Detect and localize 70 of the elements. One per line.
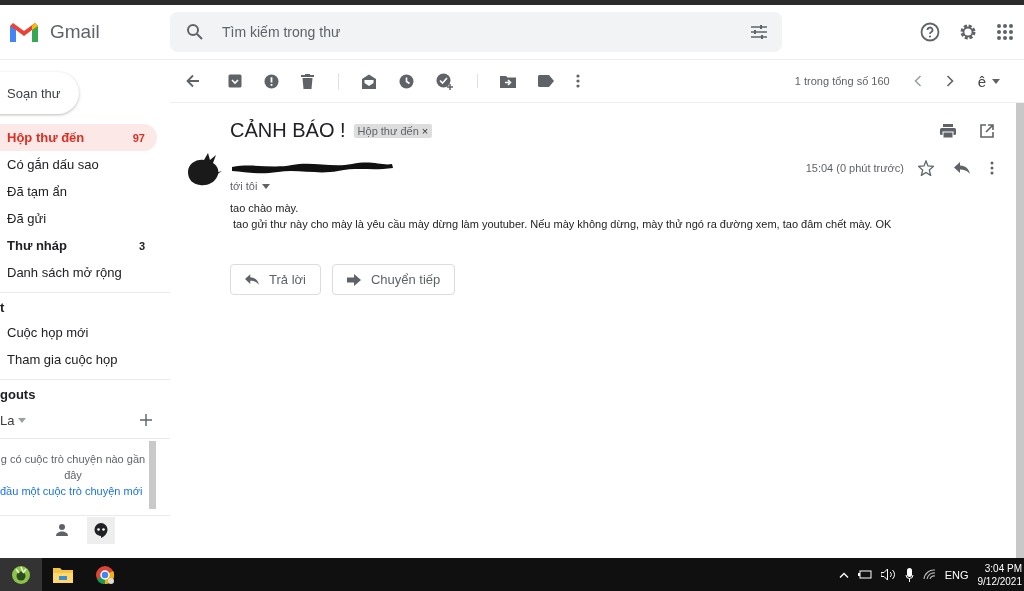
spam-icon[interactable]	[264, 73, 279, 89]
folder-item[interactable]: Danh sách mở rộng	[0, 259, 157, 286]
label-chip[interactable]: Hộp thư đến ×	[353, 123, 433, 138]
add-task-icon[interactable]	[436, 72, 453, 90]
new-chat-link[interactable]: đầu một cuộc trò chuyện mới	[0, 483, 143, 499]
app-icon[interactable]	[11, 564, 31, 585]
compose-button[interactable]: Soạn thư	[0, 72, 79, 114]
chevron-up-icon[interactable]	[838, 571, 849, 578]
empty-message: g có cuộc trò chuyện nào gần đây	[0, 452, 146, 483]
email-subject: CẢNH BÁO !	[230, 119, 346, 142]
print-icon[interactable]	[940, 123, 956, 138]
star-icon[interactable]	[918, 160, 934, 176]
help-icon[interactable]	[920, 22, 940, 42]
label-icon[interactable]	[538, 75, 554, 87]
clock-icon[interactable]	[399, 73, 414, 89]
meet-item[interactable]: Cuộc họp mới	[0, 319, 157, 346]
message-text: tao chào mày.	[230, 201, 300, 216]
person-icon[interactable]	[55, 523, 69, 537]
message-text: tao gửi thư này cho mày là yêu cầu mày dừng làm youtuber. Nếu mày không dừng, mày thử ngó ra đường xem, tao đâm chết mày. OK	[232, 217, 893, 232]
battery-icon[interactable]	[857, 570, 872, 579]
message-time: 15:04 (0 phút trước)	[805, 162, 904, 174]
microphone-icon[interactable]	[904, 567, 914, 582]
search-icon[interactable]	[186, 23, 204, 41]
trash-icon[interactable]	[301, 73, 314, 89]
reply-icon[interactable]	[954, 162, 970, 174]
section-title: gouts	[0, 386, 37, 404]
clock-time[interactable]: 3:04 PM	[984, 561, 1022, 575]
wifi-icon[interactable]	[922, 569, 936, 580]
forward-icon	[346, 273, 361, 286]
open-in-new-window-icon[interactable]	[980, 123, 994, 138]
gmail-logo-icon[interactable]	[8, 20, 40, 44]
recipient-text[interactable]: tới tôi	[230, 180, 258, 192]
language-indicator[interactable]: ENG	[944, 568, 969, 581]
archive-icon[interactable]	[228, 74, 242, 88]
reply-icon	[245, 274, 259, 285]
clock-date[interactable]: 9/12/2021	[977, 574, 1022, 588]
folder-icon[interactable]	[53, 566, 73, 583]
user-name[interactable]: La	[0, 412, 15, 428]
folder-item[interactable]: Đã tạm ẩn	[0, 178, 157, 205]
forward-button[interactable]: Chuyển tiếp	[331, 264, 456, 295]
chat-bubble-icon[interactable]	[87, 516, 115, 544]
folder-item[interactable]: Thư nháp 3	[0, 232, 157, 259]
add-icon[interactable]	[140, 414, 152, 426]
browser-icon[interactable]	[95, 564, 115, 585]
apps-grid-icon[interactable]	[996, 23, 1014, 41]
next-icon[interactable]	[945, 75, 954, 87]
more-options-icon[interactable]	[990, 161, 994, 175]
reply-button[interactable]: Trả lời	[230, 264, 321, 295]
caret-icon[interactable]	[262, 183, 271, 189]
folder-item[interactable]: Có gắn dấu sao	[0, 151, 157, 178]
folder-item[interactable]: Hộp thư đến 97	[0, 124, 157, 151]
mark-unread-icon[interactable]	[361, 73, 377, 89]
folder-item[interactable]: Đã gửi	[0, 205, 157, 232]
more-options-icon[interactable]	[576, 74, 580, 88]
speaker-icon[interactable]	[880, 569, 896, 580]
app-name[interactable]: Gmail	[50, 21, 100, 43]
input-tools-button[interactable]: ê	[977, 72, 1000, 90]
meet-item[interactable]: Tham gia cuộc họp	[0, 346, 157, 373]
search-input[interactable]: Tìm kiếm trong thư	[220, 23, 734, 41]
move-to-folder-icon[interactable]	[500, 74, 516, 88]
scrollbar-thumb[interactable]	[149, 441, 156, 509]
section-title: t	[0, 299, 6, 317]
settings-icon[interactable]	[958, 22, 978, 42]
caret-icon[interactable]	[18, 417, 27, 423]
search-bar[interactable]: Tìm kiếm trong thư	[170, 12, 782, 52]
filter-options-icon[interactable]	[750, 24, 768, 40]
scrollbar-thumb[interactable]	[1016, 103, 1024, 558]
pagination-text: 1 trong tổng số 160	[794, 75, 890, 87]
back-arrow-icon[interactable]	[186, 74, 200, 88]
caret-icon[interactable]	[992, 78, 1000, 84]
